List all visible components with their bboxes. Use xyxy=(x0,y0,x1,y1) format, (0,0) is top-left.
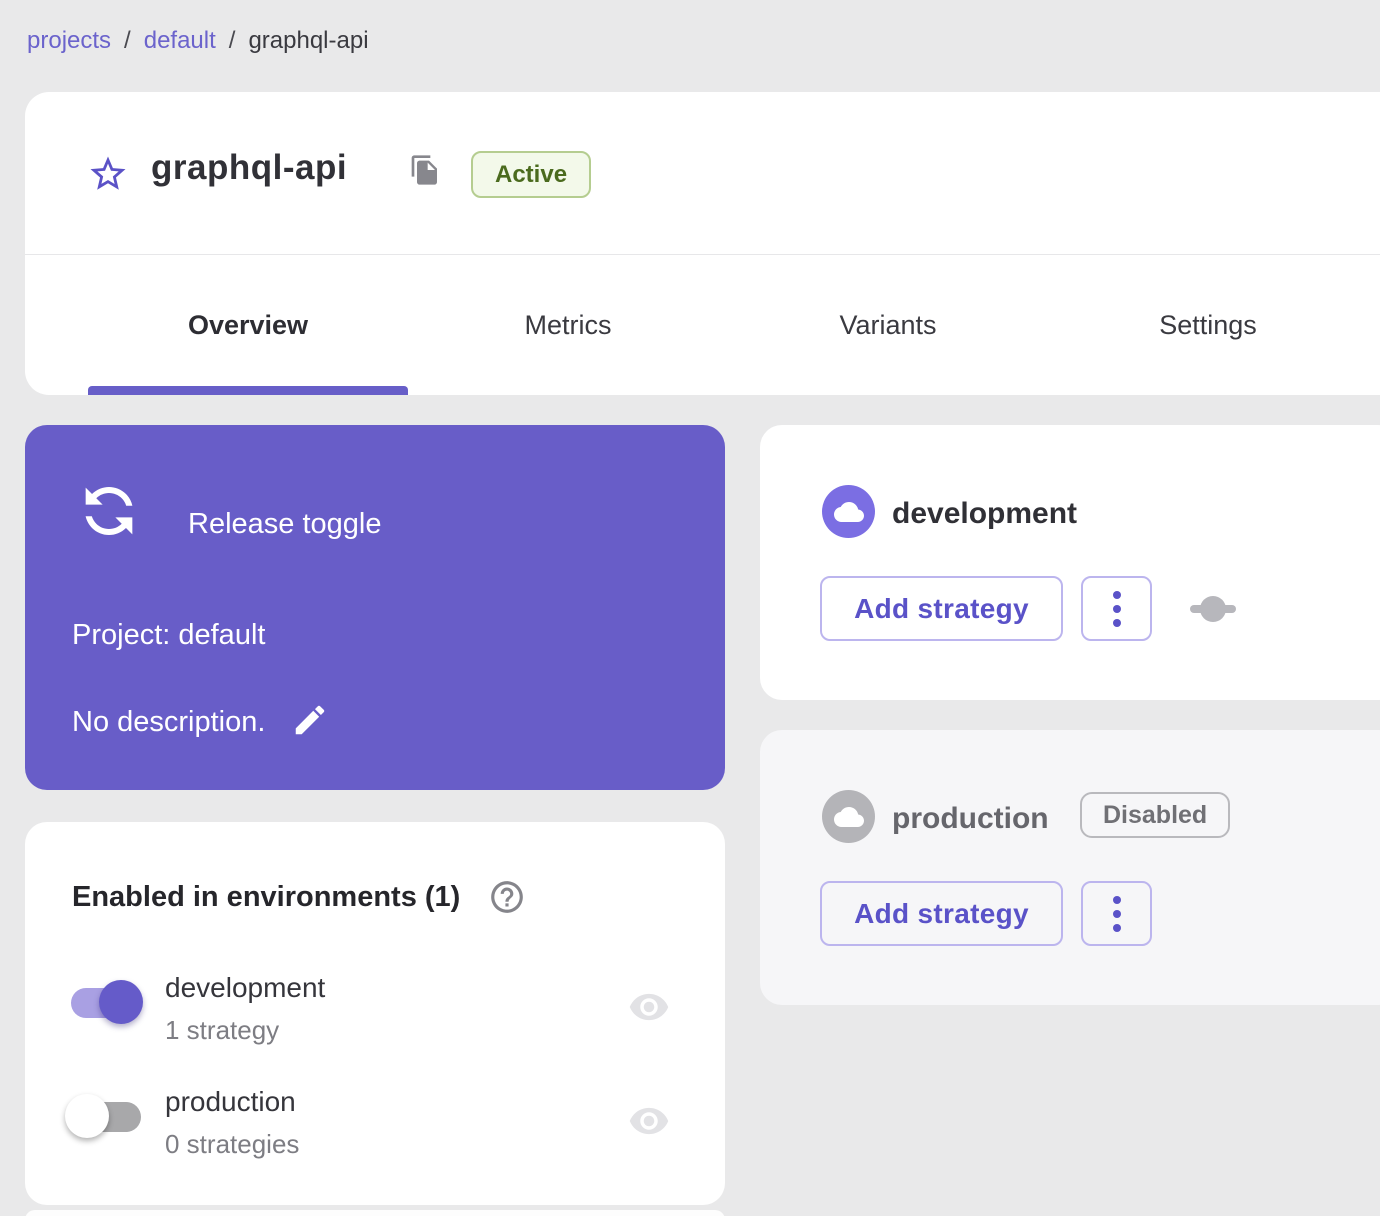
kebab-dot xyxy=(1112,618,1121,627)
breadcrumb-separator: / xyxy=(228,27,236,54)
eye-icon[interactable] xyxy=(625,1100,673,1142)
environment-status-badge: Disabled xyxy=(1080,792,1231,838)
feature-title-row: graphql-api Active xyxy=(25,92,1380,254)
enabled-environments-title: Enabled in environments (1) xyxy=(72,880,461,913)
switch-thumb xyxy=(99,980,143,1024)
environment-name: development xyxy=(892,497,1078,530)
question-circle-icon[interactable] xyxy=(488,878,526,916)
breadcrumb: projects / default / graphql-api xyxy=(27,27,369,55)
cloud-icon xyxy=(822,790,875,843)
tab-variants[interactable]: Variants xyxy=(728,255,1048,395)
breadcrumb-current: graphql-api xyxy=(248,27,369,54)
environment-strategy-count: 0 strategies xyxy=(165,1129,300,1159)
sync-arrows-icon xyxy=(73,475,145,547)
switch-thumb xyxy=(65,1094,109,1138)
release-toggle-card: Release toggle Project: default No descr… xyxy=(25,425,725,790)
environment-name: production xyxy=(892,802,1049,835)
tab-overview[interactable]: Overview xyxy=(88,255,408,395)
copy-icon[interactable] xyxy=(409,153,441,187)
kebab-dot xyxy=(1112,909,1121,918)
rollout-slider-icon[interactable] xyxy=(1188,595,1238,623)
feature-header-card: graphql-api Active Overview Metrics Vari… xyxy=(25,92,1380,395)
toggle-description: No description. xyxy=(72,705,266,738)
toggle-project-label: Project: default xyxy=(72,619,266,651)
enabled-environments-header: Enabled in environments (1) xyxy=(72,878,526,916)
edit-description-pencil-icon[interactable] xyxy=(291,701,329,739)
breadcrumb-default-link[interactable]: default xyxy=(144,27,216,55)
environment-card-production: production Disabled Add strategy xyxy=(760,730,1380,1005)
feature-toggle-page: projects / default / graphql-api graphql… xyxy=(0,0,1380,1216)
toggle-description-row: No description. xyxy=(72,705,329,739)
environment-row-name: development xyxy=(165,972,326,1003)
tab-settings[interactable]: Settings xyxy=(1048,255,1368,395)
breadcrumb-projects-link[interactable]: projects xyxy=(27,27,111,55)
kebab-dot xyxy=(1112,895,1121,904)
add-strategy-button[interactable]: Add strategy xyxy=(820,881,1063,946)
cloud-icon xyxy=(822,485,875,538)
environment-strategy-count: 1 strategy xyxy=(165,1015,280,1045)
tabs: Overview Metrics Variants Settings xyxy=(88,255,1368,395)
kebab-dot xyxy=(1112,923,1121,932)
page-title: graphql-api xyxy=(151,148,348,187)
kebab-dot xyxy=(1112,604,1121,613)
status-badge: Active xyxy=(471,151,592,198)
eye-icon[interactable] xyxy=(625,986,673,1028)
breadcrumb-separator: / xyxy=(124,27,131,54)
toggle-type-label: Release toggle xyxy=(188,508,382,540)
kebab-dot xyxy=(1112,590,1121,599)
environment-card-development: development Add strategy xyxy=(760,425,1380,700)
active-tab-indicator xyxy=(88,386,408,395)
enabled-environments-panel: Enabled in environments (1) development … xyxy=(25,822,725,1205)
tab-metrics[interactable]: Metrics xyxy=(408,255,728,395)
kebab-menu-icon[interactable] xyxy=(1081,881,1152,946)
next-card-strip xyxy=(25,1210,725,1216)
add-strategy-button[interactable]: Add strategy xyxy=(820,576,1063,641)
environment-row-name: production xyxy=(165,1086,296,1117)
favorite-star-icon[interactable] xyxy=(87,153,129,195)
development-toggle-switch[interactable] xyxy=(65,978,145,1026)
production-toggle-switch[interactable] xyxy=(65,1092,145,1140)
kebab-menu-icon[interactable] xyxy=(1081,576,1152,641)
